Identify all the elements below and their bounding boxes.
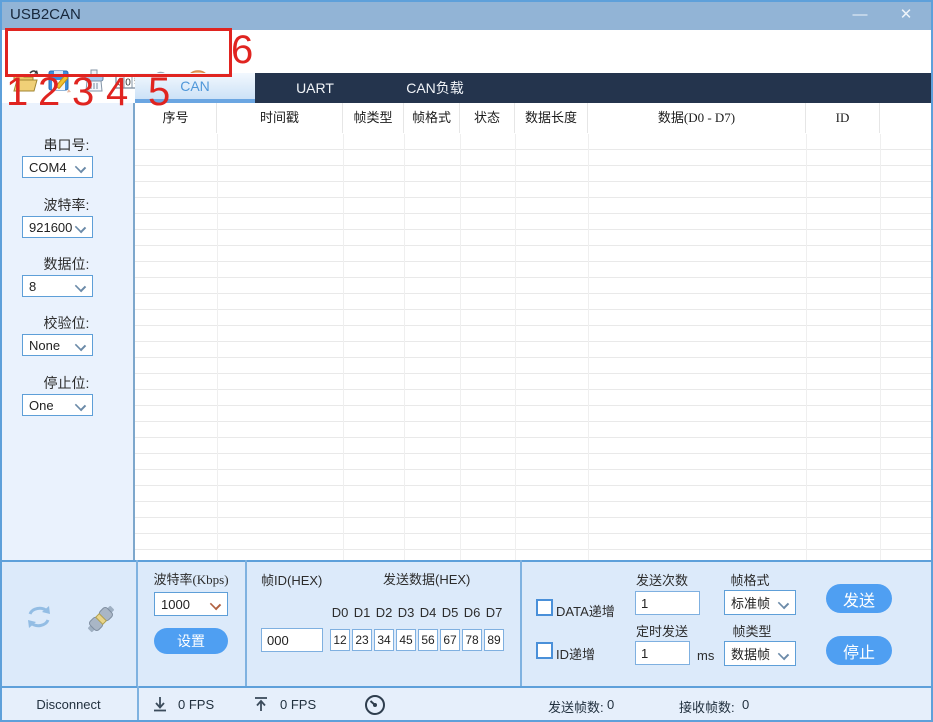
annotation-number-3: 3	[72, 72, 94, 112]
com-port-label: 串口号:	[0, 135, 133, 155]
byte-input-d0[interactable]	[330, 629, 350, 651]
byte-input-d3[interactable]	[396, 629, 416, 651]
byte-label-d4: D4	[418, 605, 438, 620]
baudrate-label: 波特率:	[0, 195, 133, 215]
send-button[interactable]: 发送	[826, 584, 892, 613]
column-header-data-length: 数据长度	[515, 103, 588, 133]
annotation-number-1: 1	[6, 72, 28, 112]
usb2can-window: USB2CAN — ✕	[0, 0, 933, 722]
column-header-data: 数据(D0 - D7)	[588, 103, 806, 133]
byte-input-d4[interactable]	[418, 629, 438, 651]
serial-settings-sidebar: 串口号: COM4 波特率: 921600 数据位: 8 校验位: None	[0, 103, 135, 560]
frame-format-label: 帧格式	[722, 570, 778, 589]
disconnect-button[interactable]: Disconnect	[0, 697, 137, 712]
table-body	[135, 134, 933, 560]
stop-button[interactable]: 停止	[826, 636, 892, 665]
byte-label-d7: D7	[484, 605, 504, 620]
refresh-icon[interactable]	[20, 598, 58, 636]
byte-label-d3: D3	[396, 605, 416, 620]
send-data-label: 发送数据(HEX)	[383, 569, 470, 588]
set-baud-button[interactable]: 设置	[154, 628, 228, 654]
data-bits-label: 数据位:	[0, 254, 133, 274]
frame-id-label: 帧ID(HEX)	[261, 570, 322, 589]
download-arrow-icon	[151, 695, 169, 713]
tab-uart-label: UART	[296, 80, 334, 96]
send-baud-dropdown[interactable]: 1000	[154, 592, 228, 616]
connector-plug-icon	[84, 602, 118, 636]
byte-label-d2: D2	[374, 605, 394, 620]
id-increment-checkbox[interactable]	[536, 642, 553, 659]
gauge-icon	[363, 693, 387, 717]
chevron-down-icon	[75, 162, 86, 173]
column-header-frame-format: 帧格式	[404, 103, 460, 133]
data-increment-label: DATA递增	[556, 601, 615, 620]
chevron-down-icon	[75, 340, 86, 351]
tab-can-load[interactable]: CAN负载	[375, 73, 495, 103]
annotation-number-4: 4	[106, 72, 128, 112]
frame-type-dropdown[interactable]: 数据帧	[724, 641, 796, 666]
titlebar: USB2CAN — ✕	[0, 0, 933, 30]
tab-uart[interactable]: UART	[255, 73, 375, 103]
byte-input-d7[interactable]	[484, 629, 504, 651]
data-bits-dropdown[interactable]: 8	[22, 275, 93, 297]
sent-frames-label: 发送帧数:	[548, 697, 604, 716]
byte-label-d1: D1	[352, 605, 372, 620]
chevron-down-icon	[778, 649, 789, 660]
send-count-label: 发送次数	[634, 570, 690, 589]
chevron-down-icon	[75, 400, 86, 411]
tx-fps-value: 0 FPS	[280, 697, 316, 712]
statusbar: Disconnect 0 FPS 0 FPS 0.	[0, 686, 933, 722]
window-title: USB2CAN	[10, 6, 81, 23]
baudrate-dropdown[interactable]: 921600	[22, 216, 93, 238]
close-button[interactable]: ✕	[891, 4, 921, 26]
column-header-spare	[880, 103, 933, 133]
stop-bits-label: 停止位:	[0, 373, 133, 393]
frame-type-label: 帧类型	[724, 621, 780, 640]
send-count-input[interactable]	[635, 591, 700, 615]
byte-input-d2[interactable]	[374, 629, 394, 651]
parity-dropdown[interactable]: None	[22, 334, 93, 356]
byte-input-d5[interactable]	[440, 629, 460, 651]
column-header-status: 状态	[460, 103, 515, 133]
column-header-timestamp: 时间戳	[217, 103, 343, 133]
tabbar: CAN UART CAN负载	[135, 73, 933, 103]
byte-label-d5: D5	[440, 605, 460, 620]
annotation-number-5: 5	[148, 72, 170, 112]
id-increment-label: ID递增	[556, 644, 595, 663]
parity-label: 校验位:	[0, 313, 133, 333]
column-header-id: ID	[806, 103, 880, 133]
stop-bits-dropdown[interactable]: One	[22, 394, 93, 416]
upload-arrow-icon	[252, 695, 270, 713]
byte-label-d0: D0	[330, 605, 350, 620]
received-frames-label: 接收帧数:	[679, 697, 735, 716]
byte-input-d6[interactable]	[462, 629, 482, 651]
send-baud-label: 波特率(Kbps)	[140, 569, 242, 588]
timed-send-label: 定时发送	[634, 621, 690, 640]
table-header: 序号 时间戳 帧类型 帧格式 状态 数据长度 数据(D0 - D7) ID	[135, 103, 933, 135]
chevron-down-icon	[210, 599, 221, 610]
annotation-number-2: 2	[38, 72, 60, 112]
chevron-down-icon	[778, 598, 789, 609]
tab-can-label: CAN	[180, 78, 210, 94]
rx-fps-value: 0 FPS	[178, 697, 214, 712]
data-increment-checkbox[interactable]	[536, 599, 553, 616]
frame-format-dropdown[interactable]: 标准帧	[724, 590, 796, 615]
annotation-number-6: 6	[231, 30, 253, 70]
frame-id-input[interactable]	[261, 628, 323, 652]
byte-label-d6: D6	[462, 605, 482, 620]
sent-frames-value: 0	[607, 697, 614, 712]
ms-unit-label: ms	[697, 648, 714, 663]
received-frames-value: 0	[742, 697, 749, 712]
timed-send-input[interactable]	[635, 641, 690, 665]
chevron-down-icon	[75, 281, 86, 292]
send-panel: 波特率(Kbps) 1000 设置 帧ID(HEX) 发送数据(HEX) D0 …	[0, 560, 933, 686]
minimize-button[interactable]: —	[845, 4, 875, 26]
chevron-down-icon	[75, 222, 86, 233]
column-header-frame-type: 帧类型	[343, 103, 404, 133]
byte-input-d1[interactable]	[352, 629, 372, 651]
tab-can-load-label: CAN负载	[406, 80, 464, 96]
com-port-dropdown[interactable]: COM4	[22, 156, 93, 178]
